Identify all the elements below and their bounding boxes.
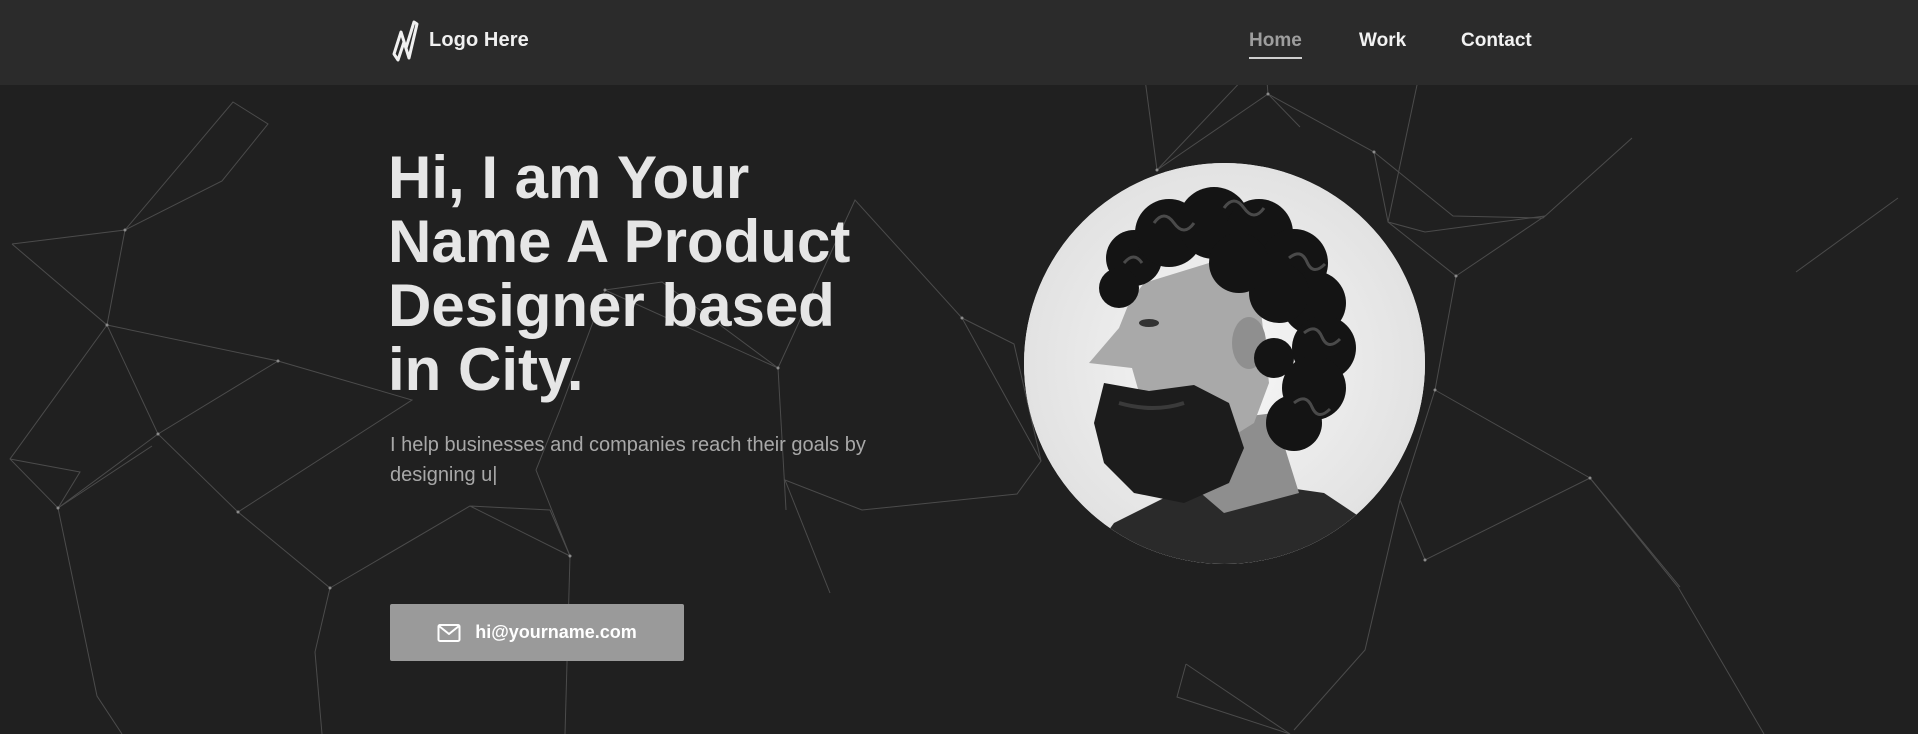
hero-title: Hi, I am Your Name A Product Designer ba…	[388, 146, 908, 402]
email-button-label: hi@yourname.com	[475, 622, 637, 642]
top-navbar: Logo Here Home Work Contact	[0, 0, 1918, 85]
email-button[interactable]: hi@yourname.com	[390, 604, 684, 661]
hero-description: I help businesses and companies reach th…	[390, 434, 866, 486]
nav-work-link[interactable]: Work	[1359, 30, 1406, 52]
nav-active-underline	[1249, 57, 1302, 59]
avatar	[1024, 163, 1425, 564]
hero-title-line: Designer based	[388, 272, 835, 339]
hero-title-line: in City.	[388, 336, 584, 403]
nav-home-label: Home	[1249, 30, 1302, 51]
hero-title-line: Name A Product	[388, 208, 851, 275]
nav-contact-link[interactable]: Contact	[1461, 30, 1532, 52]
zigzag-logo-icon	[392, 20, 419, 62]
hero-title-line: Hi, I am Your	[388, 144, 750, 211]
logo[interactable]: Logo Here	[390, 18, 529, 62]
portrait-photo	[1024, 163, 1425, 564]
logo-text: Logo Here	[429, 28, 529, 51]
nav-home-link[interactable]: Home	[1249, 30, 1302, 59]
background-network-lines	[9, 0, 1899, 734]
mail-icon	[437, 623, 461, 642]
